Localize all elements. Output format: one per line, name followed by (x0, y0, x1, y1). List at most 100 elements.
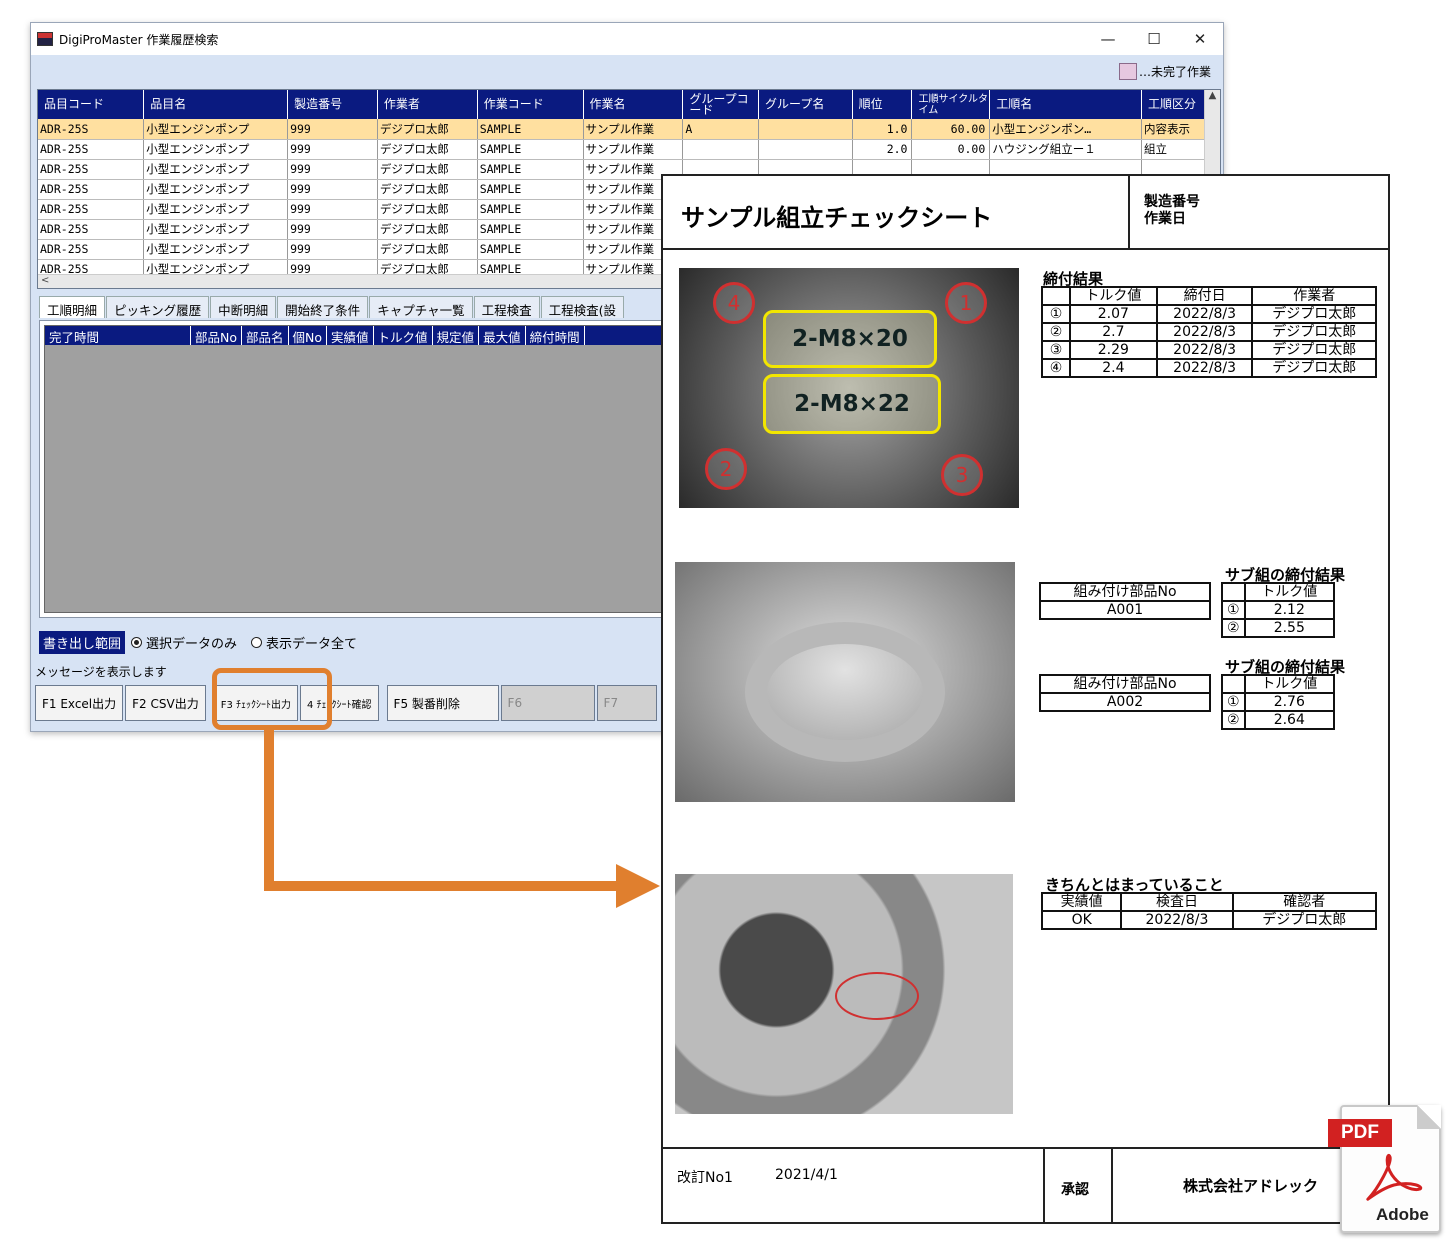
col-work-name[interactable]: 作業名 (583, 90, 684, 119)
th-worker: 作業者 (1251, 286, 1377, 306)
table-row: OK 2022/8/3 デジプロ太郎 (1040, 910, 1378, 930)
marker-1: 1 (945, 282, 987, 324)
cell: ADR-25S (38, 179, 145, 200)
cell: 2022/8/3 (1155, 340, 1254, 360)
tab-interruption-detail[interactable]: 中断明細 (210, 296, 277, 318)
app-icon (37, 32, 53, 46)
tab-picking-history[interactable]: ピッキング履歴 (106, 296, 210, 318)
cell: SAMPLE (477, 199, 584, 220)
cell (682, 139, 760, 160)
cell: 2.64 (1243, 710, 1336, 730)
pdf-badge: PDF (1328, 1119, 1392, 1147)
pdf-file-icon: PDF Adobe (1328, 1105, 1441, 1233)
revision-date: 2021/4/1 (775, 1167, 838, 1183)
cell: デジプロ太郎 (1231, 910, 1378, 930)
col-actual-value[interactable]: 実績値 (327, 326, 374, 345)
tab-start-end-conditions[interactable]: 開始終了条件 (277, 296, 369, 318)
acrobat-logo-icon (1366, 1154, 1423, 1201)
cell: 小型エンジンポンプ (143, 139, 289, 160)
cell: デジプロ太郎 (377, 139, 478, 160)
meta-date-label: 作業日 (1144, 211, 1186, 227)
th-part-no: 組み付け部品No (1039, 674, 1211, 694)
table-row: ② 2.7 2022/8/3 デジプロ太郎 (1041, 322, 1377, 342)
radio-selected-only-label[interactable]: 選択データのみ (146, 633, 237, 652)
table-row: ① 2.07 2022/8/3 デジプロ太郎 (1041, 304, 1377, 324)
cell: SAMPLE (477, 139, 584, 160)
col-max-value[interactable]: 最大値 (479, 326, 526, 345)
table-row: ① 2.12 (1221, 600, 1336, 620)
cell: ② (1041, 322, 1071, 342)
cell: SAMPLE (477, 219, 584, 240)
grid-header-row: 品目コード 品目名 製造番号 作業者 作業コード 作業名 グループコード グルー… (38, 90, 1220, 119)
window-title: DigiProMaster 作業履歴検索 (59, 32, 219, 47)
pump-photo: 4 1 2 3 2-M8×20 2-M8×22 (679, 268, 1019, 508)
f6-button[interactable]: F6 (500, 685, 595, 721)
col-process-name[interactable]: 工順名 (989, 90, 1143, 119)
table-row: A002 (1039, 692, 1211, 712)
col-order[interactable]: 順位 (852, 90, 913, 119)
radio-all-displayed[interactable] (251, 637, 263, 648)
f1-excel-export-button[interactable]: F1 Excel出力 (35, 685, 124, 721)
tab-process-inspection[interactable]: 工程検査 (473, 296, 540, 318)
minimize-button[interactable]: — (1085, 30, 1131, 48)
tab-process-detail[interactable]: 工順明細 (39, 296, 106, 318)
cell: サンプル作業 (583, 139, 684, 160)
cell: デジプロ太郎 (377, 219, 478, 240)
legend-label: …未完了作業 (1138, 64, 1211, 79)
radio-all-displayed-label[interactable]: 表示データ全て (266, 633, 357, 652)
sheet-footer: 改訂No1 2021/4/1 承認 株式会社アドレック (663, 1147, 1388, 1222)
th-inspect-date: 検査日 (1120, 892, 1234, 912)
cell: デジプロ太郎 (1251, 340, 1377, 360)
col-group-code[interactable]: グループコード (682, 90, 760, 119)
th-torque: トルク値 (1243, 674, 1336, 694)
col-cycle-time[interactable]: 工順サイクルタイム (911, 90, 991, 119)
col-part-name[interactable]: 部品名 (242, 326, 289, 345)
cell: ADR-25S (38, 239, 145, 260)
cell: 2.7 (1069, 322, 1158, 342)
col-spec-value[interactable]: 規定値 (433, 326, 480, 345)
cell: 999 (287, 219, 378, 240)
approval-label: 承認 (1061, 1182, 1089, 1198)
col-complete-time[interactable]: 完了時間 (45, 326, 191, 345)
col-item-name[interactable]: 品目名 (143, 90, 289, 119)
f2-csv-export-button[interactable]: F2 CSV出力 (125, 685, 206, 721)
col-piece-no[interactable]: 個No (289, 326, 328, 345)
page-fold-icon (1417, 1105, 1441, 1129)
marker-3: 3 (941, 454, 983, 496)
cell: SAMPLE (477, 239, 584, 260)
col-work-code[interactable]: 作業コード (477, 90, 584, 119)
cell: ADR-25S (38, 159, 145, 180)
col-worker[interactable]: 作業者 (377, 90, 478, 119)
cell: OK (1040, 910, 1123, 930)
cell: 2022/8/3 (1155, 358, 1254, 378)
table-row[interactable]: ADR-25S 小型エンジンポンプ 999 デジプロ太郎 SAMPLE サンプル作業 2.0… (38, 139, 1220, 160)
col-tighten-time[interactable]: 締付時間 (526, 326, 585, 345)
col-part-no[interactable]: 部品No (191, 326, 242, 345)
cell: ① (1041, 304, 1071, 324)
cell: 60.00 (911, 119, 991, 140)
cell: ハウジング組立ー１ (989, 139, 1143, 160)
scroll-left-icon[interactable]: < (41, 275, 49, 286)
f7-button[interactable]: F7 (596, 685, 657, 721)
bolt-label-lower: 2-M8×22 (763, 374, 941, 434)
maximize-button[interactable]: ☐ (1131, 30, 1177, 48)
arrow-head-icon (616, 864, 660, 908)
tab-capture-list[interactable]: キャプチャ一覧 (369, 296, 473, 318)
f5-serial-delete-button[interactable]: F5 製番削除 (386, 685, 499, 721)
cell: SAMPLE (477, 159, 584, 180)
tab-process-inspection-settings[interactable]: 工程検査(設 (540, 296, 624, 318)
radio-selected-only[interactable] (131, 637, 143, 648)
col-item-code[interactable]: 品目コード (38, 90, 145, 119)
export-range-label: 書き出し範囲 (39, 631, 126, 654)
status-message: メッセージを表示します (35, 665, 167, 679)
col-serial-no[interactable]: 製造番号 (287, 90, 378, 119)
col-torque-value[interactable]: トルク値 (374, 326, 433, 345)
table-row: ① 2.76 (1221, 692, 1336, 712)
col-group-name[interactable]: グループ名 (758, 90, 853, 119)
close-button[interactable]: ✕ (1177, 30, 1223, 48)
table-row[interactable]: ADR-25S 小型エンジンポンプ 999 デジプロ太郎 SAMPLE サンプル作業 A 1.… (38, 119, 1220, 140)
cell: ① (1221, 600, 1246, 620)
marker-4: 4 (713, 282, 755, 324)
revision-no: 改訂No1 (677, 1170, 733, 1186)
cell: ADR-25S (38, 219, 145, 240)
